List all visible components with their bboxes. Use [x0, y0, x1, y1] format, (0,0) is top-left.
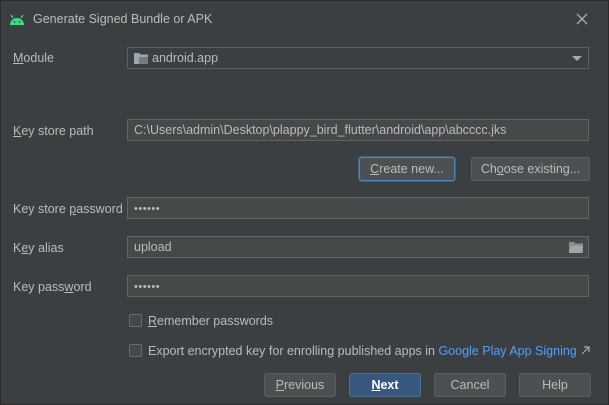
- external-link-icon[interactable]: [581, 346, 590, 355]
- export-encrypted-key-label[interactable]: Export encrypted key for enrolling publi…: [148, 344, 577, 358]
- module-value: android.app: [152, 51, 219, 65]
- keystore-password-label: Key store password: [13, 202, 123, 216]
- create-new-button[interactable]: Create new...: [359, 157, 455, 181]
- key-password-field[interactable]: ••••••: [127, 275, 589, 297]
- google-play-app-signing-link[interactable]: Google Play App Signing: [438, 344, 576, 358]
- cancel-button[interactable]: Cancel: [434, 373, 506, 397]
- module-select[interactable]: android.app: [127, 47, 589, 69]
- keystore-password-field[interactable]: ••••••: [127, 197, 589, 219]
- key-password-label: Key password: [13, 280, 92, 294]
- remember-passwords-label[interactable]: Remember passwords: [148, 314, 273, 328]
- choose-existing-button[interactable]: Choose existing...: [471, 157, 590, 181]
- browse-folder-icon[interactable]: [569, 241, 583, 253]
- key-alias-value: upload: [134, 240, 172, 254]
- keystore-password-value: ••••••: [134, 203, 161, 215]
- folder-icon: [134, 52, 148, 64]
- previous-button[interactable]: Previous: [264, 373, 336, 397]
- key-alias-label: Key alias: [13, 241, 64, 255]
- export-encrypted-key-checkbox[interactable]: [129, 344, 142, 357]
- help-button[interactable]: Help: [519, 373, 591, 397]
- module-label: Module: [13, 51, 55, 65]
- generate-signed-bundle-dialog: Generate Signed Bundle or APK Module and…: [0, 0, 609, 405]
- keystore-path-value: C:\Users\admin\Desktop\plappy_bird_flutt…: [134, 123, 507, 137]
- keystore-path-field[interactable]: C:\Users\admin\Desktop\plappy_bird_flutt…: [127, 119, 589, 141]
- android-icon: [10, 14, 24, 25]
- title-bar: Generate Signed Bundle or APK: [1, 1, 608, 37]
- close-icon[interactable]: [573, 10, 591, 28]
- next-button[interactable]: Next: [349, 373, 421, 397]
- chevron-down-icon: [572, 56, 582, 61]
- key-password-value: ••••••: [134, 281, 161, 293]
- remember-passwords-checkbox[interactable]: [129, 314, 142, 327]
- keystore-path-label: Key store path: [13, 124, 94, 138]
- key-alias-field[interactable]: upload: [127, 236, 589, 258]
- window-title: Generate Signed Bundle or APK: [33, 12, 213, 26]
